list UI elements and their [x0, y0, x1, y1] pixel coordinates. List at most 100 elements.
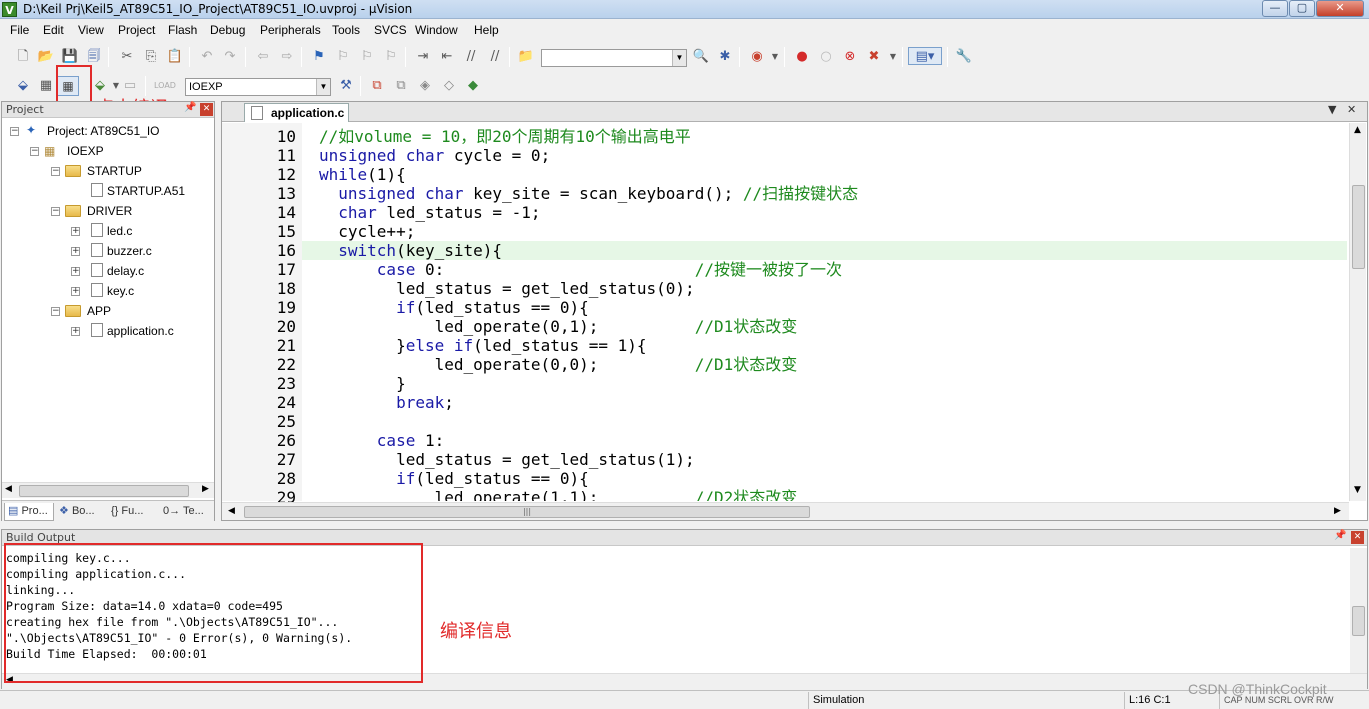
menu-tools[interactable]: Tools	[332, 23, 360, 37]
bookmark-icon[interactable]: ⚑	[310, 48, 328, 66]
stop-build-icon[interactable]: ▭	[121, 77, 139, 95]
expand-icon[interactable]: +	[71, 327, 80, 336]
insert-breakpoint-icon[interactable]: ●	[793, 48, 811, 66]
manage-rte-icon[interactable]: ⧉	[392, 77, 410, 95]
pin-icon[interactable]: 📌	[184, 102, 196, 113]
menu-window[interactable]: Window	[415, 23, 458, 37]
scroll-right-icon[interactable]: ▶	[202, 484, 209, 494]
scroll-right-icon[interactable]: ▶	[1334, 506, 1341, 516]
tab-books[interactable]: ❖ Bo...	[56, 503, 106, 521]
minimize-button[interactable]: —	[1262, 0, 1288, 17]
scroll-thumb[interactable]: |||	[244, 506, 810, 518]
cut-icon[interactable]: ✂	[118, 48, 136, 66]
menu-peripherals[interactable]: Peripherals	[260, 23, 321, 37]
target-options-icon[interactable]: ⚒	[337, 77, 355, 95]
file-startup-a51[interactable]: STARTUP.A51	[107, 184, 185, 198]
close-icon[interactable]: ✕	[200, 103, 213, 116]
editor-vscrollbar[interactable]: ▲ ▼	[1349, 123, 1366, 501]
nav-forward-icon[interactable]: ⇨	[278, 48, 296, 66]
incremental-find-icon[interactable]: ✱	[716, 48, 734, 66]
file-application-c[interactable]: application.c	[107, 324, 174, 338]
code-line[interactable]: }else if(led_status == 1){	[302, 336, 1347, 355]
find-in-files-icon[interactable]: 📁	[517, 48, 535, 66]
new-file-icon[interactable]: 🗋	[14, 48, 32, 66]
menu-edit[interactable]: Edit	[43, 23, 64, 37]
close-icon[interactable]: ✕	[1351, 531, 1364, 544]
collapse-icon[interactable]: −	[51, 167, 60, 176]
code-line[interactable]	[302, 412, 1347, 431]
editor-hscrollbar[interactable]: ◀ ||| ▶	[222, 502, 1349, 520]
window-layout-icon[interactable]: ▤▾	[908, 47, 942, 65]
build-icon[interactable]: ▦	[37, 77, 55, 95]
kill-breakpoints-icon[interactable]: ✖	[865, 48, 883, 66]
menu-file[interactable]: File	[10, 23, 29, 37]
group-startup[interactable]: STARTUP	[87, 164, 142, 178]
menu-project[interactable]: Project	[118, 23, 155, 37]
scroll-up-icon[interactable]: ▲	[1354, 125, 1361, 135]
tab-project[interactable]: ▤ Pro...	[4, 503, 54, 521]
file-delay-c[interactable]: delay.c	[107, 264, 144, 278]
download-icon[interactable]: LOAD	[154, 77, 176, 95]
code-line[interactable]: //如volume = 10，即20个周期有10个输出高电平	[302, 127, 1347, 146]
manage-project-icon[interactable]: ⧉	[368, 77, 386, 95]
code-line[interactable]: switch(key_site){	[302, 241, 1347, 260]
tab-application-c[interactable]: application.c	[244, 103, 349, 122]
menu-flash[interactable]: Flash	[168, 23, 197, 37]
file-key-c[interactable]: key.c	[107, 284, 134, 298]
code-line[interactable]: led_operate(0,0); //D1状态改变	[302, 355, 1347, 374]
bookmark-clear-icon[interactable]: ⚐	[382, 48, 400, 66]
nav-back-icon[interactable]: ⇦	[254, 48, 272, 66]
pack-installer-icon[interactable]: ◆	[464, 77, 482, 95]
save-all-icon[interactable]: 🗐	[85, 48, 103, 66]
find-icon[interactable]: 🔍	[692, 48, 710, 66]
target-node[interactable]: IOEXP	[67, 144, 104, 158]
code-line[interactable]: led_status = get_led_status(0);	[302, 279, 1347, 298]
indent-icon[interactable]: ⇥	[414, 48, 432, 66]
scroll-left-icon[interactable]: ◀	[5, 484, 12, 494]
find-combo[interactable]: ▼	[541, 49, 687, 67]
collapse-icon[interactable]: −	[10, 127, 19, 136]
scroll-thumb[interactable]	[19, 485, 189, 497]
editor-window-controls[interactable]: ▼ ✕	[1328, 103, 1356, 116]
build-vscrollbar[interactable]	[1350, 548, 1367, 673]
code-line[interactable]: case 0: //按键一被按了一次	[302, 260, 1347, 279]
close-button[interactable]: ✕	[1316, 0, 1364, 17]
code-line[interactable]: led_operate(1,1); //D2状态改变	[302, 488, 1347, 501]
code-line[interactable]: unsigned char cycle = 0;	[302, 146, 1347, 165]
code-line[interactable]: led_status = get_led_status(1);	[302, 450, 1347, 469]
bookmark-prev-icon[interactable]: ⚐	[334, 48, 352, 66]
configure-icon[interactable]: 🔧	[955, 48, 973, 66]
group-driver[interactable]: DRIVER	[87, 204, 132, 218]
code-line[interactable]: cycle++;	[302, 222, 1347, 241]
menu-debug[interactable]: Debug	[210, 23, 245, 37]
menu-view[interactable]: View	[78, 23, 104, 37]
pin-icon[interactable]: 📌	[1334, 530, 1346, 541]
paste-icon[interactable]: 📋	[166, 48, 184, 66]
software-pack-icon[interactable]: ◇	[440, 77, 458, 95]
code-line[interactable]: if(led_status == 0){	[302, 298, 1347, 317]
comment-icon[interactable]: //	[462, 48, 480, 66]
debug-session-icon[interactable]: ◉	[748, 48, 766, 66]
code-line[interactable]: break;	[302, 393, 1347, 412]
undo-icon[interactable]: ↶	[198, 48, 216, 66]
file-led-c[interactable]: led.c	[107, 224, 132, 238]
scroll-thumb[interactable]	[1352, 606, 1365, 636]
translate-icon[interactable]: ⬙	[14, 77, 32, 95]
scroll-left-icon[interactable]: ◀	[228, 506, 235, 516]
code-line[interactable]: if(led_status == 0){	[302, 469, 1347, 488]
expand-icon[interactable]: +	[71, 227, 80, 236]
code-line[interactable]: led_operate(0,1); //D1状态改变	[302, 317, 1347, 336]
expand-icon[interactable]: +	[71, 247, 80, 256]
scroll-down-icon[interactable]: ▼	[1354, 485, 1361, 495]
redo-icon[interactable]: ↷	[221, 48, 239, 66]
uncomment-icon[interactable]: //	[486, 48, 504, 66]
group-app[interactable]: APP	[87, 304, 111, 318]
code-line[interactable]: char led_status = -1;	[302, 203, 1347, 222]
select-pack-icon[interactable]: ◈	[416, 77, 434, 95]
open-file-icon[interactable]: 📂	[37, 48, 55, 66]
chevron-down-icon[interactable]: ▼	[766, 48, 784, 66]
scroll-thumb[interactable]	[1352, 185, 1365, 269]
unindent-icon[interactable]: ⇤	[438, 48, 456, 66]
menu-help[interactable]: Help	[474, 23, 499, 37]
copy-icon[interactable]: ⎘	[142, 48, 160, 66]
